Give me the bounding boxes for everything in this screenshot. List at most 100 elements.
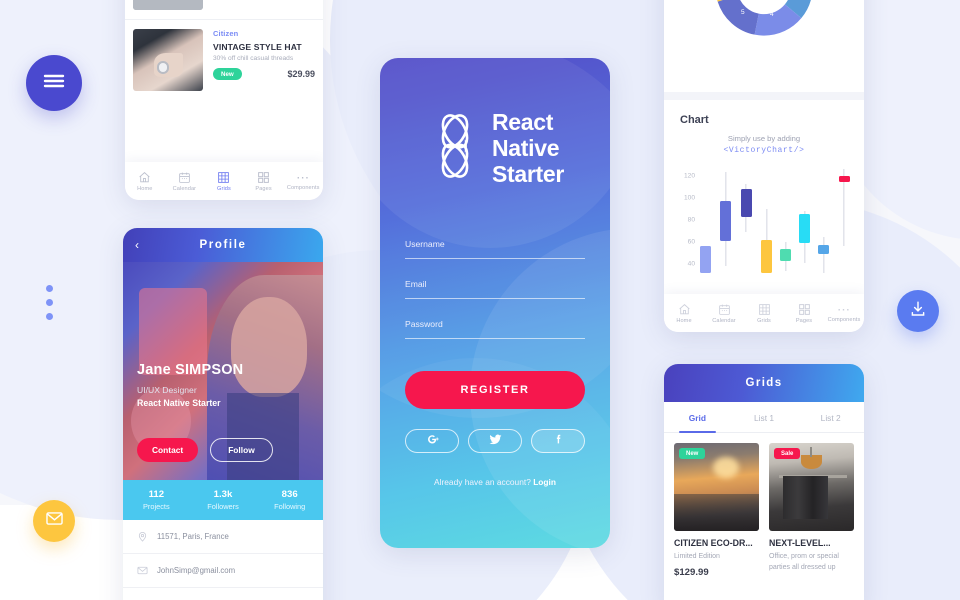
field-underline <box>405 258 585 260</box>
tab-label: Pages <box>255 185 272 192</box>
dot <box>46 313 53 320</box>
grids-icon <box>217 171 230 184</box>
field-underline <box>405 298 585 300</box>
stat-followers: 1.3k Followers <box>190 480 257 520</box>
tab-label: Home <box>137 185 153 192</box>
stat-label: Following <box>274 502 306 511</box>
login-link[interactable]: Login <box>533 477 556 487</box>
tab-calendar[interactable]: Calendar <box>704 303 744 324</box>
field-underline <box>405 338 585 340</box>
stat-following: 836 Following <box>256 480 323 520</box>
social-login-row <box>405 429 585 454</box>
ellipsis-icon: ⋯ <box>296 169 311 185</box>
list-item[interactable]: Mad Perry Citizen eco-drive 30% off chil… <box>125 0 323 19</box>
tab-pages[interactable]: Pages <box>784 303 824 324</box>
detail-row-email: JohnSimp@gmail.com <box>123 554 323 588</box>
product-thumbnail <box>133 29 203 91</box>
y-tick: 120 <box>683 172 695 180</box>
pages-icon <box>257 171 270 184</box>
facebook-button[interactable] <box>531 429 585 454</box>
status-badge: New <box>213 68 242 80</box>
card-image: Sale <box>769 443 854 531</box>
grid-container: New CITIZEN ECO-DR... Limited Edition $1… <box>664 433 864 578</box>
tab-components[interactable]: ⋯ Components <box>283 169 323 191</box>
tab-list-1[interactable]: List 1 <box>731 402 798 432</box>
tab-home[interactable]: Home <box>125 171 165 192</box>
twitter-icon <box>489 433 502 449</box>
grids-icon <box>758 303 771 316</box>
calendar-icon <box>178 171 191 184</box>
facebook-icon <box>552 433 565 449</box>
detail-text: JohnSimp@gmail.com <box>157 566 236 575</box>
location-pin-icon <box>137 531 157 542</box>
grid-card[interactable]: Sale NEXT-LEVEL... Office, prom or speci… <box>769 443 854 578</box>
y-tick: 60 <box>687 238 695 246</box>
tab-components[interactable]: ⋯ Components <box>824 301 864 323</box>
react-atom-icon <box>426 111 484 186</box>
bottom-tabbar: Home Calendar Grids Pages ⋯ Components <box>125 162 323 200</box>
profile-header: ‹ Profile <box>123 228 323 262</box>
tab-list-2[interactable]: List 2 <box>797 402 864 432</box>
donut-chart: 1 2 3 4 5 6 <box>714 0 814 37</box>
app-logo: React Native Starter <box>405 58 585 187</box>
bottom-tabbar: Home Calendar Grids Pages ⋯ Components <box>664 294 864 332</box>
status-badge: Sale <box>774 448 801 459</box>
stat-value: 112 <box>148 489 165 500</box>
profile-org: React Native Starter <box>137 398 221 408</box>
tab-calendar[interactable]: Calendar <box>165 171 205 192</box>
card-title: Chart <box>680 114 709 126</box>
twitter-button[interactable] <box>468 429 522 454</box>
tab-pages[interactable]: Pages <box>244 171 284 192</box>
register-button[interactable]: REGISTER <box>405 371 585 410</box>
three-dots-indicator[interactable] <box>46 285 53 320</box>
download-icon <box>909 300 927 323</box>
email-field[interactable]: Email <box>405 279 585 300</box>
password-field[interactable]: Password <box>405 319 585 340</box>
detail-row-website: www.reactnativestarter.com <box>123 588 323 600</box>
page-title: Grids <box>745 377 783 389</box>
google-plus-button[interactable] <box>405 429 459 454</box>
tab-grid[interactable]: Grid <box>664 402 731 433</box>
home-icon <box>138 171 151 184</box>
download-button[interactable] <box>897 290 939 332</box>
page-title: Profile <box>199 239 247 251</box>
candlestick-card: Chart Simply use by adding <VictoryChart… <box>664 100 864 283</box>
follow-button[interactable]: Follow <box>210 438 273 462</box>
tab-label: Components <box>827 316 861 323</box>
login-prompt-text: Already have an account? <box>434 477 534 488</box>
username-label: Username <box>405 239 445 250</box>
product-brand: Citizen <box>213 29 239 38</box>
hamburger-menu-button[interactable] <box>26 55 82 111</box>
tab-grids[interactable]: Grids <box>744 303 784 324</box>
username-field[interactable]: Username <box>405 239 585 260</box>
ellipsis-icon: ⋯ <box>837 301 851 317</box>
grid-card[interactable]: New CITIZEN ECO-DR... Limited Edition $1… <box>674 443 759 578</box>
y-tick: 40 <box>687 260 695 268</box>
card-code: <VictoryChart/> <box>723 146 805 155</box>
card-description: Office, prom or special parties all dres… <box>769 553 839 571</box>
list-item[interactable]: Citizen VINTAGE STYLE HAT 30% off chill … <box>125 19 323 100</box>
tab-home[interactable]: Home <box>664 303 704 324</box>
back-icon[interactable]: ‹ <box>135 239 139 251</box>
y-tick: 100 <box>683 194 695 202</box>
profile-hero: Jane SIMPSON UI/UX Designer React Native… <box>123 262 323 480</box>
tab-label: Grids <box>757 317 771 324</box>
donut-chart-card: 1 2 3 4 5 6 <box>664 0 864 100</box>
dot <box>46 299 53 306</box>
envelope-icon <box>137 565 157 576</box>
stat-value: 1.3k <box>213 489 233 500</box>
card-price: $129.99 <box>674 566 709 578</box>
mail-button[interactable] <box>33 500 75 542</box>
tab-label: Calendar <box>172 185 197 192</box>
card-subtitle: Simply use by adding <box>727 134 801 143</box>
contact-button[interactable]: Contact <box>137 438 199 462</box>
product-title: VINTAGE STYLE HAT <box>213 42 302 52</box>
profile-role: UI/UX Designer <box>137 385 197 395</box>
product-list[interactable]: Mad Perry Citizen eco-drive 30% off chil… <box>125 0 323 100</box>
logo-text: React Native Starter <box>492 109 564 187</box>
envelope-icon <box>45 509 64 533</box>
detail-text: 11571, Paris, France <box>157 532 229 541</box>
tab-grids[interactable]: Grids <box>204 171 244 192</box>
stat-value: 836 <box>281 489 298 500</box>
product-thumbnail <box>133 0 203 10</box>
